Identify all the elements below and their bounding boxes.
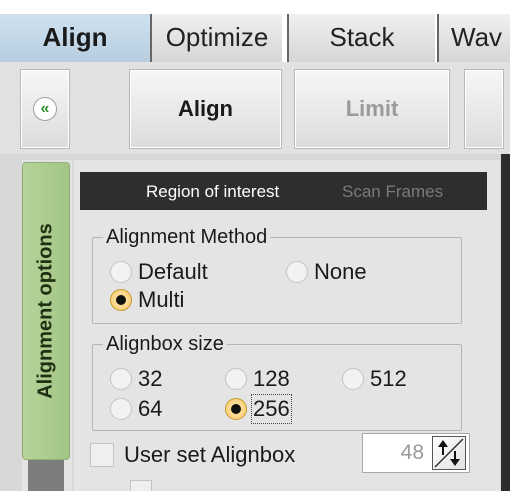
side-tab-alignment-options[interactable]: Alignment options <box>22 162 70 460</box>
align-button[interactable]: Align <box>129 69 282 149</box>
radio-size-256-label: 256 <box>251 394 292 424</box>
radio-multi[interactable]: Multi <box>110 287 184 313</box>
double-chevron-left-icon: « <box>33 97 57 121</box>
tab-align-label: Align <box>42 22 108 52</box>
radio-size-256[interactable]: 256 <box>225 394 292 424</box>
limit-button-label: Limit <box>345 96 399 121</box>
alignbox-size-value: 48 <box>400 441 424 464</box>
sub-tab-scan-frames[interactable]: Scan Frames <box>342 182 443 202</box>
sub-tab-region-of-interest[interactable]: Region of interest <box>146 182 279 202</box>
radio-none[interactable]: None <box>286 259 367 285</box>
alignbox-size-spinbox[interactable]: 48 <box>362 433 470 473</box>
tab-align[interactable]: Align <box>0 14 150 62</box>
user-set-alignbox-checkbox[interactable]: User set Alignbox <box>90 442 295 468</box>
radio-default-label: Default <box>138 259 208 284</box>
tab-optimize[interactable]: Optimize <box>150 14 282 62</box>
user-set-alignbox-label: User set Alignbox <box>124 442 296 467</box>
radio-size-32-label: 32 <box>138 366 163 391</box>
radio-size-128[interactable]: 128 <box>225 366 290 392</box>
tab-wav-label: Wav <box>451 22 503 52</box>
tab-wav[interactable]: Wav <box>437 14 510 62</box>
alignbox-size-legend: Alignbox size <box>106 333 224 355</box>
radio-default[interactable]: Default <box>110 259 208 285</box>
radio-size-512[interactable]: 512 <box>342 366 407 392</box>
spin-arrows-icon[interactable] <box>432 436 466 470</box>
align-button-label: Align <box>178 96 233 121</box>
alignment-method-legend: Alignment Method <box>106 226 268 248</box>
toolbar-extra-button[interactable] <box>464 69 504 149</box>
radio-circle <box>342 368 364 390</box>
radio-size-32[interactable]: 32 <box>110 366 162 392</box>
panel-edge <box>501 154 510 491</box>
radio-circle <box>110 261 132 283</box>
radio-circle <box>225 368 247 390</box>
radio-size-512-label: 512 <box>370 366 407 391</box>
radio-circle <box>110 368 132 390</box>
sub-tab-bar: Region of interest Scan Frames <box>80 172 487 210</box>
tab-stack-label: Stack <box>329 22 395 52</box>
radio-size-64[interactable]: 64 <box>110 396 162 422</box>
collapse-panel-button[interactable]: « <box>20 69 70 149</box>
radio-circle <box>110 398 132 420</box>
radio-size-128-label: 128 <box>253 366 290 391</box>
radio-none-label: None <box>314 259 367 284</box>
radio-circle <box>286 261 308 283</box>
radio-multi-label: Multi <box>138 287 185 312</box>
checkbox-box <box>90 443 114 467</box>
radio-circle-selected <box>225 398 247 420</box>
radio-circle-selected <box>110 289 132 311</box>
side-tab-next[interactable] <box>28 460 64 491</box>
limit-button[interactable]: Limit <box>294 69 450 149</box>
partial-checkbox[interactable] <box>130 480 152 491</box>
side-tab-label: Alignment options <box>34 223 57 399</box>
radio-size-64-label: 64 <box>138 396 163 421</box>
tab-optimize-label: Optimize <box>165 22 269 52</box>
tab-stack[interactable]: Stack <box>287 14 435 62</box>
